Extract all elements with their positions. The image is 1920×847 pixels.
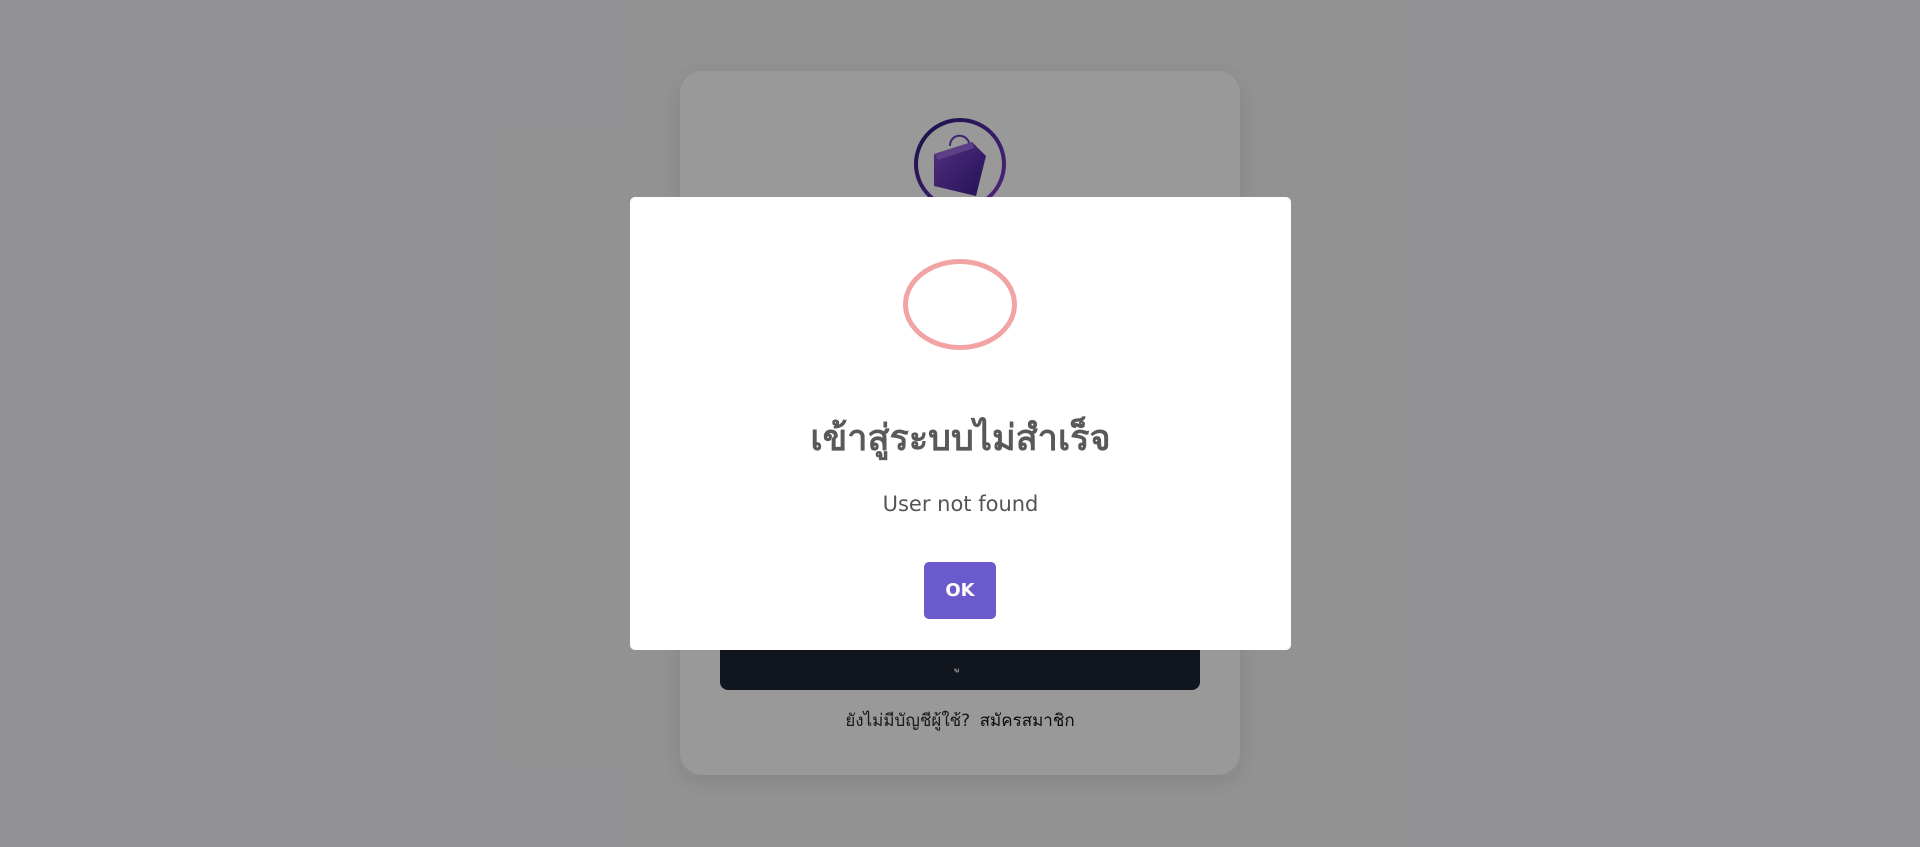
ok-button[interactable]: OK (924, 562, 996, 619)
error-circle-icon (903, 259, 1017, 350)
dialog-message: User not found (882, 492, 1039, 516)
error-dialog: เข้าสู่ระบบไม่สำเร็จ User not found OK (630, 197, 1291, 650)
dialog-title: เข้าสู่ระบบไม่สำเร็จ (810, 418, 1111, 459)
